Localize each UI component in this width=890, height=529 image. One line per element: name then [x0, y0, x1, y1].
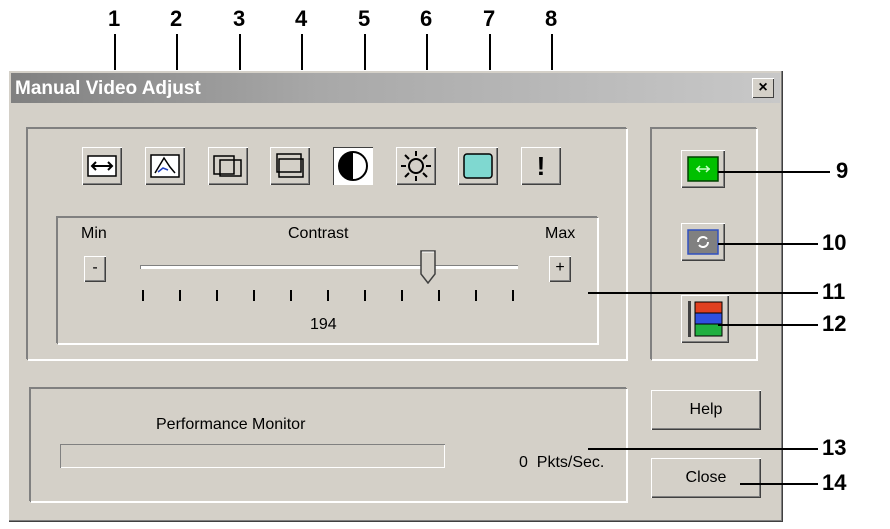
callout-4: 4 — [295, 6, 308, 31]
callout-line-13 — [588, 448, 818, 450]
callout-line-12 — [718, 324, 818, 326]
performance-progress-bar — [60, 444, 445, 468]
slider-tick — [364, 290, 366, 301]
refresh-screen-button[interactable] — [681, 223, 725, 261]
callout-9: 9 — [836, 158, 849, 183]
slider-title: Contrast — [288, 225, 349, 242]
callout-1: 1 — [108, 6, 121, 31]
vertical-position-icon — [276, 153, 304, 178]
min-label: Min — [81, 225, 107, 242]
pixel-sampling-icon — [150, 154, 180, 178]
close-button[interactable]: Close — [651, 458, 761, 498]
horizontal-position-icon — [213, 155, 242, 177]
callout-13: 13 — [822, 435, 847, 460]
callout-14: 14 — [822, 470, 847, 495]
decrease-button[interactable]: - — [84, 256, 106, 282]
window-title: Manual Video Adjust — [15, 78, 201, 99]
contrast-icon — [338, 151, 368, 181]
slider-tick — [216, 290, 218, 301]
callout-line-11 — [588, 292, 818, 294]
close-icon[interactable]: × — [752, 78, 774, 98]
max-label: Max — [545, 225, 576, 242]
callout-line-14 — [740, 483, 818, 485]
exclamation-icon: ! — [536, 150, 546, 181]
callout-11: 11 — [822, 279, 846, 304]
performance-monitor-label: Performance Monitor — [156, 416, 306, 433]
pixel-sampling-button[interactable] — [145, 147, 185, 185]
vertical-position-button[interactable] — [270, 147, 310, 185]
brightness-icon — [401, 151, 431, 181]
slider-tick — [290, 290, 292, 301]
color-noise-icon — [463, 153, 493, 179]
slider-tick — [179, 290, 181, 301]
callout-5: 5 — [358, 6, 371, 31]
horizontal-position-button[interactable] — [208, 147, 248, 185]
slider-thumb[interactable] — [420, 250, 436, 284]
callout-line-9 — [718, 171, 830, 173]
contrast-button[interactable] — [333, 147, 373, 185]
horizontal-size-icon — [87, 155, 117, 177]
slider-tick — [401, 290, 403, 301]
callout-10: 10 — [822, 230, 847, 255]
slider-tick — [512, 290, 514, 301]
slider-tick — [327, 290, 329, 301]
slider-value: 194 — [310, 316, 337, 333]
color-noise-button[interactable] — [458, 147, 498, 185]
slider-tick — [475, 290, 477, 301]
callout-3: 3 — [233, 6, 246, 31]
callout-8: 8 — [545, 6, 558, 31]
packets-rate: 0 Pkts/Sec. — [519, 454, 605, 471]
help-button[interactable]: Help — [651, 390, 761, 430]
slider-tick — [438, 290, 440, 301]
color-adjust-button[interactable] — [681, 295, 729, 343]
exclamation-button[interactable]: ! — [521, 147, 561, 185]
title-bar: Manual Video Adjust × — [11, 73, 780, 103]
brightness-button[interactable] — [396, 147, 436, 185]
manual-video-adjust-window: Manual Video Adjust × ! Min Contrast Max… — [8, 70, 783, 522]
auto-adjust-icon — [687, 156, 719, 182]
refresh-screen-icon — [687, 229, 719, 255]
auto-adjust-button[interactable] — [681, 150, 725, 188]
callout-2: 2 — [170, 6, 183, 31]
increase-button[interactable]: + — [549, 256, 571, 282]
slider-track[interactable] — [140, 265, 518, 269]
color-adjust-icon — [688, 301, 723, 337]
slider-tick — [253, 290, 255, 301]
callout-6: 6 — [420, 6, 433, 31]
callout-line-10 — [718, 243, 818, 245]
callout-7: 7 — [483, 6, 496, 31]
horizontal-size-button[interactable] — [82, 147, 122, 185]
slider-tick — [142, 290, 144, 301]
callout-12: 12 — [822, 311, 847, 336]
